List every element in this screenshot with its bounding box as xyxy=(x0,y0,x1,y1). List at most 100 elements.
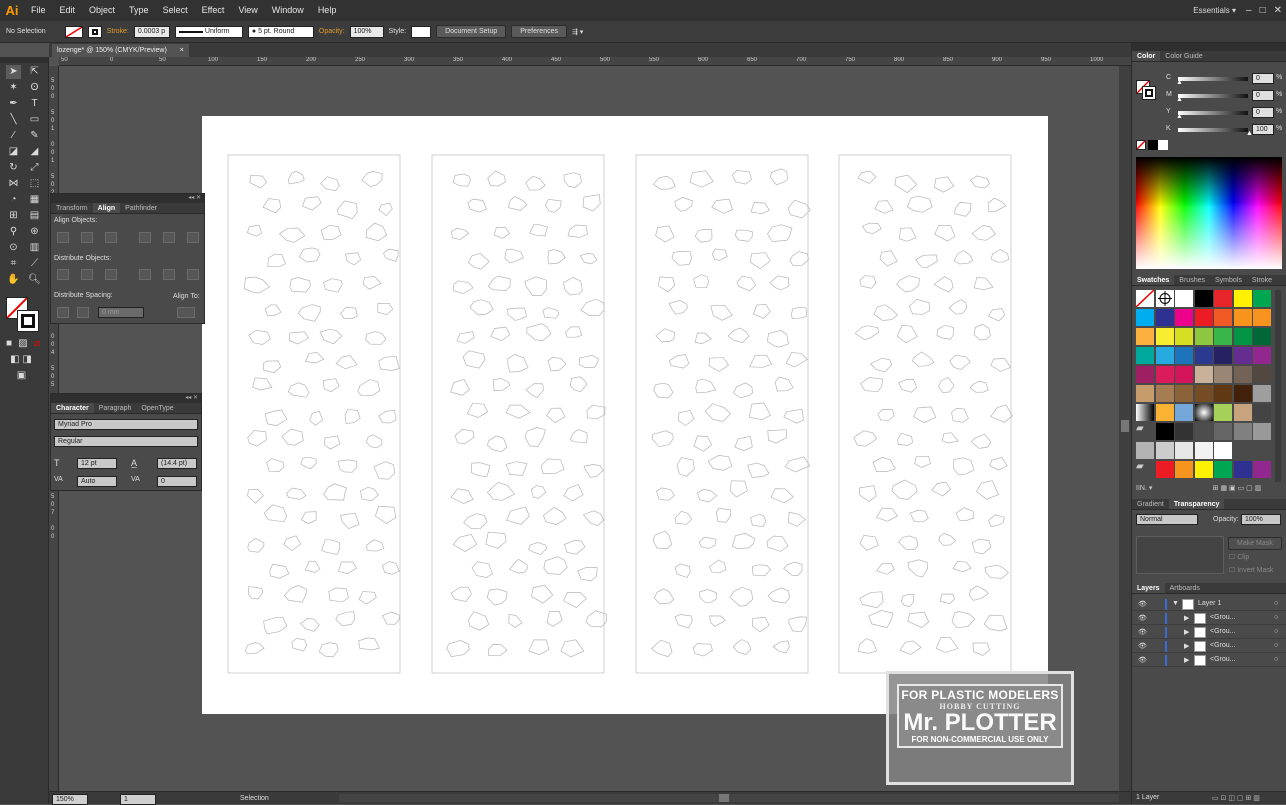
tab-transform[interactable]: Transform xyxy=(51,203,93,213)
lozenge-shape[interactable] xyxy=(749,252,771,270)
target-circle-icon[interactable]: ○ xyxy=(1274,642,1278,649)
lozenge-shape[interactable] xyxy=(322,378,340,393)
lozenge-shape[interactable] xyxy=(734,229,753,242)
lozenge-shape[interactable] xyxy=(868,610,894,629)
swatch[interactable] xyxy=(1155,347,1174,364)
lozenge-shape[interactable] xyxy=(689,170,714,188)
lozenge-shape[interactable] xyxy=(859,535,879,551)
lozenge-shape[interactable] xyxy=(790,306,807,320)
lozenge-shape[interactable] xyxy=(747,462,770,478)
lozenge-shape[interactable] xyxy=(983,614,1008,632)
gradient-mode-icon[interactable]: ▨ xyxy=(18,337,28,351)
hand-tool-icon[interactable]: ✋ xyxy=(6,273,21,287)
width-tool-icon[interactable]: ⋈ xyxy=(6,177,21,191)
draw-mode-icon[interactable]: ◧ ◨ xyxy=(6,353,36,367)
lozenge-shape[interactable] xyxy=(493,378,511,391)
lozenge-shape[interactable] xyxy=(751,564,771,577)
lozenge-shape[interactable] xyxy=(278,227,306,243)
swatch[interactable] xyxy=(1233,461,1252,478)
swatch[interactable] xyxy=(1194,461,1213,478)
align-to-dropdown-icon[interactable] xyxy=(177,307,195,318)
swatch-gradient[interactable] xyxy=(1136,404,1154,421)
lozenge-shape[interactable] xyxy=(579,354,599,368)
swatches-footer-icons[interactable]: IIN. ▾ ⊞ ▦ ▣ ▭ ▢ ▥ xyxy=(1132,484,1286,495)
lozenge-shape[interactable] xyxy=(249,174,268,189)
expand-arrow-icon[interactable]: ▶ xyxy=(1184,656,1189,664)
swatch[interactable] xyxy=(1175,385,1193,402)
lozenge-shape[interactable] xyxy=(262,360,282,373)
lozenge-shape[interactable] xyxy=(525,175,546,191)
lozenge-shape[interactable] xyxy=(971,538,992,555)
lozenge-shape[interactable] xyxy=(785,352,808,368)
sublayer-row[interactable]: 👁︎ ▶ <Grou... ○ xyxy=(1132,612,1286,625)
lozenge-shape[interactable] xyxy=(488,644,508,657)
lozenge-shape[interactable] xyxy=(704,403,731,422)
tab-opentype[interactable]: OpenType xyxy=(136,403,178,413)
lozenge-shape[interactable] xyxy=(674,614,693,629)
kerning-field[interactable]: Auto xyxy=(77,476,117,487)
lozenge-shape[interactable] xyxy=(858,485,877,502)
tab-artboards[interactable]: Artboards xyxy=(1165,583,1205,593)
tab-paragraph[interactable]: Paragraph xyxy=(94,403,137,413)
lozenge-shape[interactable] xyxy=(770,488,794,504)
lozenge-shape[interactable] xyxy=(707,455,733,471)
swatch[interactable] xyxy=(1155,423,1174,440)
channel-slider-thumb[interactable]: ▲ xyxy=(1176,79,1183,86)
lozenge-shape[interactable] xyxy=(873,304,899,321)
visibility-eye-icon[interactable]: 👁︎ xyxy=(1138,628,1147,636)
distribute-left-icon[interactable] xyxy=(139,269,151,280)
align-panel-titlebar[interactable]: ◂◂ ✕ xyxy=(51,194,204,203)
lozenge-shape[interactable] xyxy=(875,507,899,522)
lozenge-shape[interactable] xyxy=(508,613,523,628)
lozenge-shape[interactable] xyxy=(563,172,582,189)
lozenge-shape[interactable] xyxy=(454,428,475,445)
swatch[interactable] xyxy=(1214,385,1232,402)
lozenge-shape[interactable] xyxy=(337,561,357,575)
lozenge-shape[interactable] xyxy=(894,174,918,194)
lozenge-shape[interactable] xyxy=(358,591,377,605)
lozenge-shape[interactable] xyxy=(281,428,304,446)
lozenge-shape[interactable] xyxy=(655,225,675,243)
variable-width-profile[interactable]: Uniform xyxy=(174,25,243,38)
swatch[interactable] xyxy=(1194,309,1213,326)
tracking-field[interactable]: 0 xyxy=(157,476,197,487)
lozenge-shape[interactable] xyxy=(471,561,493,578)
target-circle-icon[interactable]: ○ xyxy=(1274,600,1278,607)
lozenge-shape[interactable] xyxy=(869,357,892,373)
lozenge-shape[interactable] xyxy=(297,304,321,322)
lozenge-shape[interactable] xyxy=(906,195,933,213)
swatch[interactable] xyxy=(1233,404,1252,421)
make-mask-button[interactable]: Make Mask xyxy=(1228,537,1282,550)
swatch-registration[interactable] xyxy=(1155,290,1174,307)
lozenge-shape[interactable] xyxy=(990,404,1013,423)
lozenge-shape[interactable] xyxy=(650,639,673,657)
lozenge-shape[interactable] xyxy=(674,510,693,525)
lozenge-shape[interactable] xyxy=(767,587,790,604)
lozenge-shape[interactable] xyxy=(750,513,767,527)
lozenge-shape[interactable] xyxy=(470,462,491,478)
swatch[interactable] xyxy=(1233,423,1252,440)
lozenge-shape[interactable] xyxy=(487,170,506,187)
lozenge-shape[interactable] xyxy=(304,351,325,364)
lozenge-shape[interactable] xyxy=(766,535,789,552)
lozenge-shape[interactable] xyxy=(879,250,898,267)
lozenge-shape[interactable] xyxy=(262,198,281,214)
align-vcenter-icon[interactable] xyxy=(163,232,175,243)
lozenge-shape[interactable] xyxy=(507,307,528,321)
swatch[interactable] xyxy=(1233,347,1252,364)
expand-arrow-icon[interactable]: ▼ xyxy=(1172,600,1179,607)
lozenge-shape[interactable] xyxy=(934,224,956,242)
lozenge-shape[interactable] xyxy=(366,434,383,449)
eyedropper-tool-icon[interactable]: ⚲ xyxy=(6,225,21,239)
lozenge-shape[interactable] xyxy=(692,643,713,657)
align-top-icon[interactable] xyxy=(139,232,151,243)
tab-swatches[interactable]: Swatches xyxy=(1132,275,1175,285)
lozenge-shape[interactable] xyxy=(770,168,788,186)
lozenge-shape[interactable] xyxy=(335,611,356,627)
lozenge-shape[interactable] xyxy=(987,197,1007,213)
lozenge-shape[interactable] xyxy=(936,324,954,340)
cut-strip[interactable] xyxy=(431,154,605,674)
graphic-style-swatch[interactable] xyxy=(411,25,432,38)
lozenge-shape[interactable] xyxy=(340,512,360,530)
lozenge-shape[interactable] xyxy=(896,275,920,293)
